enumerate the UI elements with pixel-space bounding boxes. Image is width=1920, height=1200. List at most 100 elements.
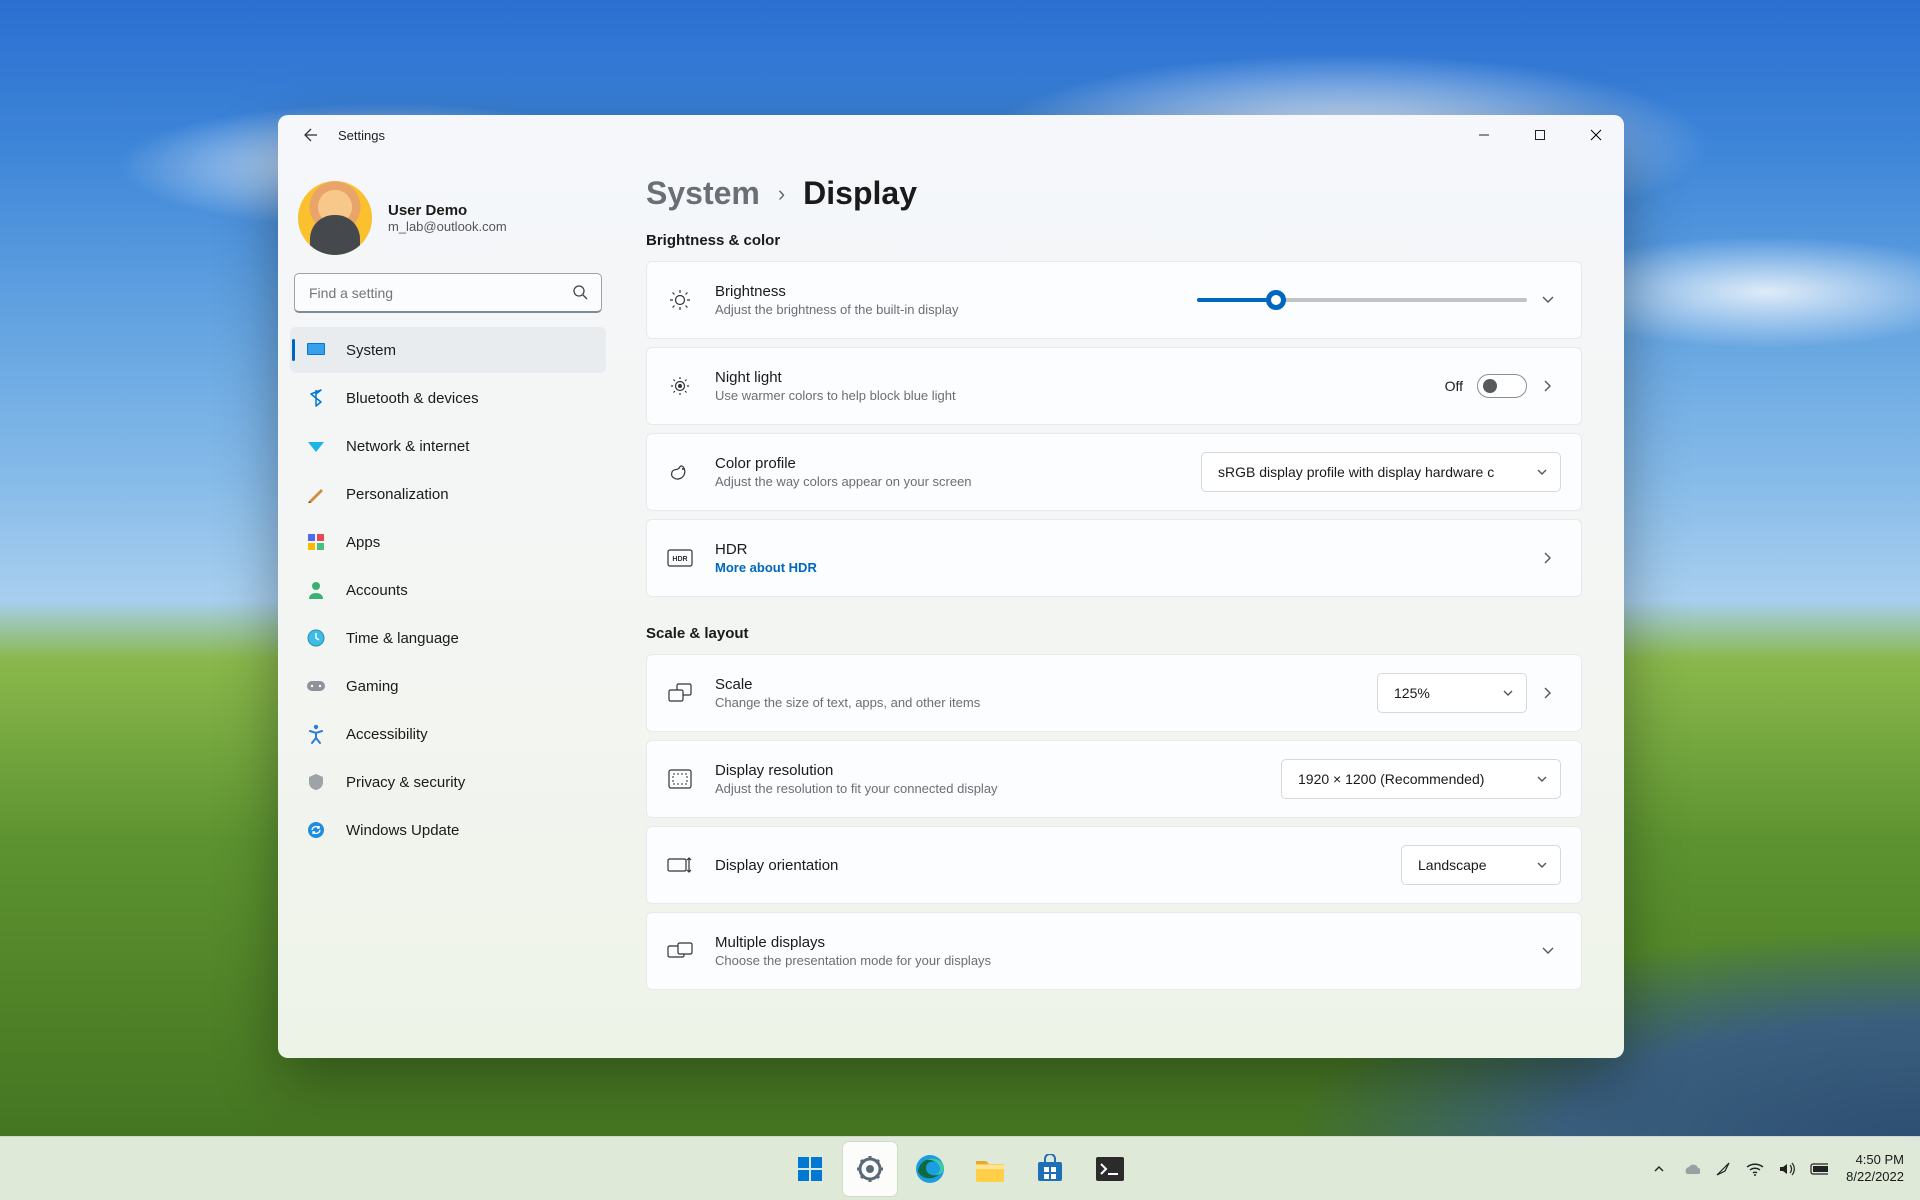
- taskbar-app-store[interactable]: [1023, 1142, 1077, 1196]
- orientation-select[interactable]: Landscape: [1401, 845, 1561, 885]
- colorprofile-select[interactable]: sRGB display profile with display hardwa…: [1201, 452, 1561, 492]
- sidebar-item-label: Network & internet: [346, 438, 469, 455]
- tray-clock[interactable]: 4:50 PM 8/22/2022: [1846, 1152, 1904, 1185]
- setting-colorprofile: Color profile Adjust the way colors appe…: [646, 433, 1582, 511]
- profile-email: m_lab@outlook.com: [388, 219, 507, 234]
- scale-icon: [667, 683, 693, 703]
- sidebar-item-apps[interactable]: Apps: [290, 519, 606, 565]
- sidebar-item-accessibility[interactable]: Accessibility: [290, 711, 606, 757]
- system-tray: 4:50 PM 8/22/2022: [1650, 1137, 1910, 1200]
- breadcrumb-current: Display: [803, 175, 917, 212]
- sidebar-item-label: Bluetooth & devices: [346, 390, 479, 407]
- setting-title: Display orientation: [715, 857, 1379, 874]
- setting-sub: Adjust the way colors appear on your scr…: [715, 474, 1179, 489]
- chevron-down-icon: [1536, 773, 1548, 785]
- chevron-down-icon: [1502, 687, 1514, 699]
- search-icon: [572, 284, 588, 300]
- sidebar-item-accounts[interactable]: Accounts: [290, 567, 606, 613]
- select-value: sRGB display profile with display hardwa…: [1218, 464, 1494, 480]
- setting-sub: Choose the presentation mode for your di…: [715, 953, 1519, 968]
- toggle-state-label: Off: [1445, 378, 1463, 394]
- expand-button[interactable]: [1541, 944, 1561, 958]
- sidebar-item-system[interactable]: System: [290, 327, 606, 373]
- onedrive-icon[interactable]: [1682, 1160, 1700, 1178]
- apps-icon: [306, 532, 326, 552]
- sidebar-item-personalization[interactable]: Personalization: [290, 471, 606, 517]
- privacy-icon: [306, 772, 326, 792]
- setting-sub: Use warmer colors to help block blue lig…: [715, 388, 1423, 403]
- chevron-right-icon: ›: [778, 181, 785, 207]
- titlebar: Settings: [278, 115, 1624, 155]
- tray-overflow-icon[interactable]: [1650, 1160, 1668, 1178]
- sidebar: User Demo m_lab@outlook.com System: [278, 155, 618, 1058]
- battery-icon[interactable]: [1810, 1160, 1828, 1178]
- taskbar-app-settings[interactable]: [843, 1142, 897, 1196]
- setting-hdr[interactable]: HDR HDR More about HDR: [646, 519, 1582, 597]
- select-value: 1920 × 1200 (Recommended): [1298, 771, 1484, 787]
- location-icon[interactable]: [1714, 1160, 1732, 1178]
- resolution-icon: [667, 769, 693, 789]
- profile-block[interactable]: User Demo m_lab@outlook.com: [290, 173, 606, 273]
- minimize-button[interactable]: [1456, 115, 1512, 155]
- profile-name: User Demo: [388, 202, 507, 219]
- setting-scale[interactable]: Scale Change the size of text, apps, and…: [646, 654, 1582, 732]
- sidebar-item-label: Accounts: [346, 582, 408, 599]
- personalization-icon: [306, 484, 326, 504]
- setting-sub: Adjust the resolution to fit your connec…: [715, 781, 1259, 796]
- update-icon: [306, 820, 326, 840]
- sidebar-item-time[interactable]: Time & language: [290, 615, 606, 661]
- tray-time: 4:50 PM: [1846, 1152, 1904, 1168]
- wifi-icon[interactable]: [1746, 1160, 1764, 1178]
- volume-icon[interactable]: [1778, 1160, 1796, 1178]
- sidebar-item-update[interactable]: Windows Update: [290, 807, 606, 853]
- chevron-down-icon: [1536, 859, 1548, 871]
- system-icon: [306, 340, 326, 360]
- taskbar-app-terminal[interactable]: [1083, 1142, 1137, 1196]
- bluetooth-icon: [306, 388, 326, 408]
- scale-select[interactable]: 125%: [1377, 673, 1527, 713]
- navigate-button[interactable]: [1541, 686, 1561, 700]
- setting-resolution: Display resolution Adjust the resolution…: [646, 740, 1582, 818]
- breadcrumb-parent[interactable]: System: [646, 175, 760, 212]
- maximize-button[interactable]: [1512, 115, 1568, 155]
- section-scale-title: Scale & layout: [646, 625, 1582, 642]
- nightlight-toggle[interactable]: [1477, 374, 1527, 398]
- chevron-down-icon: [1536, 466, 1548, 478]
- sidebar-item-label: Apps: [346, 534, 380, 551]
- section-brightness-title: Brightness & color: [646, 232, 1582, 249]
- brightness-slider[interactable]: [1197, 298, 1527, 302]
- sidebar-item-label: System: [346, 342, 396, 359]
- setting-nightlight[interactable]: Night light Use warmer colors to help bl…: [646, 347, 1582, 425]
- hdr-link[interactable]: More about HDR: [715, 560, 1519, 575]
- setting-orientation: Display orientation Landscape: [646, 826, 1582, 904]
- sidebar-item-privacy[interactable]: Privacy & security: [290, 759, 606, 805]
- setting-multiple-displays[interactable]: Multiple displays Choose the presentatio…: [646, 912, 1582, 990]
- taskbar-app-explorer[interactable]: [963, 1142, 1017, 1196]
- setting-brightness: Brightness Adjust the brightness of the …: [646, 261, 1582, 339]
- sidebar-item-label: Time & language: [346, 630, 459, 647]
- expand-button[interactable]: [1541, 293, 1561, 307]
- navigate-button[interactable]: [1541, 551, 1561, 565]
- accounts-icon: [306, 580, 326, 600]
- setting-title: Display resolution: [715, 762, 1259, 779]
- multiple-displays-icon: [667, 942, 693, 960]
- navigate-button[interactable]: [1541, 379, 1561, 393]
- sidebar-item-label: Personalization: [346, 486, 449, 503]
- taskbar-app-edge[interactable]: [903, 1142, 957, 1196]
- search-input[interactable]: [294, 273, 602, 313]
- settings-window: Settings User Demo m_lab@outlook.com: [278, 115, 1624, 1058]
- close-button[interactable]: [1568, 115, 1624, 155]
- setting-title: Multiple displays: [715, 934, 1519, 951]
- colorprofile-icon: [667, 460, 693, 484]
- setting-title: Scale: [715, 676, 1355, 693]
- back-button[interactable]: [298, 123, 322, 147]
- nightlight-icon: [667, 374, 693, 398]
- taskbar: 4:50 PM 8/22/2022: [0, 1136, 1920, 1200]
- sidebar-item-network[interactable]: Network & internet: [290, 423, 606, 469]
- sidebar-item-bluetooth[interactable]: Bluetooth & devices: [290, 375, 606, 421]
- sidebar-item-label: Privacy & security: [346, 774, 465, 791]
- start-button[interactable]: [783, 1142, 837, 1196]
- accessibility-icon: [306, 724, 326, 744]
- sidebar-item-gaming[interactable]: Gaming: [290, 663, 606, 709]
- resolution-select[interactable]: 1920 × 1200 (Recommended): [1281, 759, 1561, 799]
